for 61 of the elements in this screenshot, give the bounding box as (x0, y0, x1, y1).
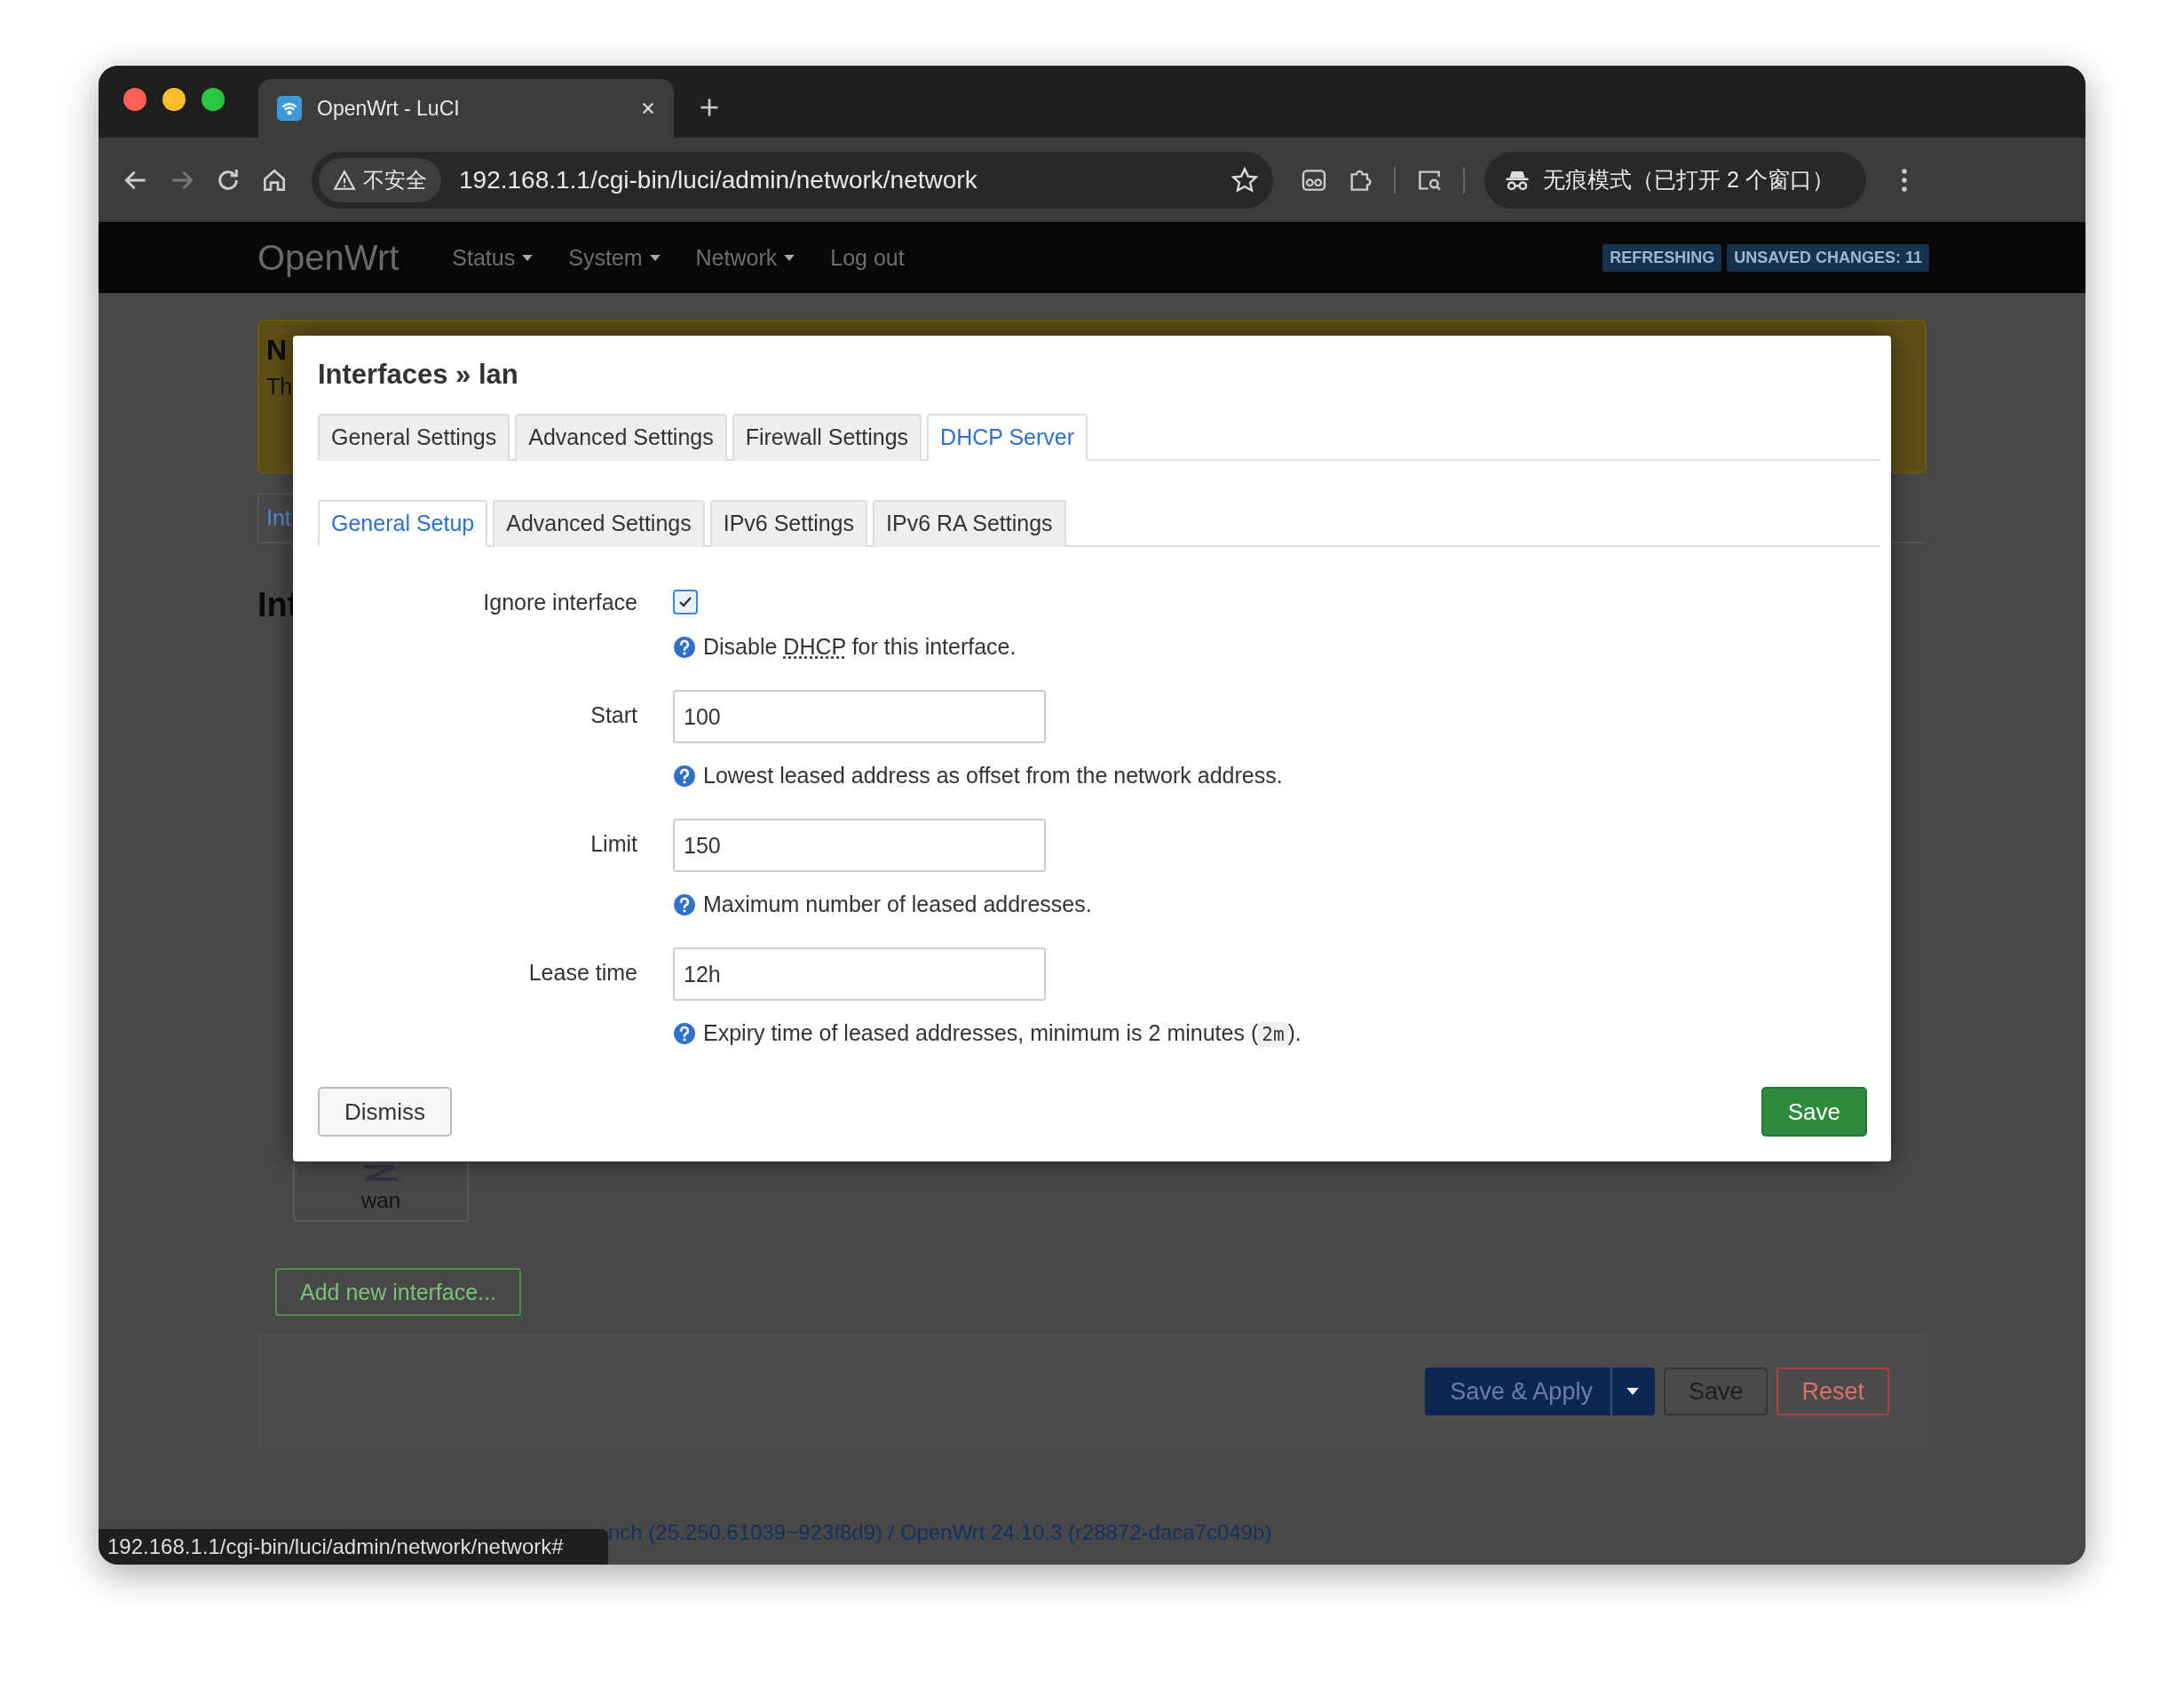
save-button[interactable]: Save (1761, 1087, 1867, 1137)
maximize-window-icon[interactable] (202, 88, 225, 111)
incognito-label: 无痕模式（已打开 2 个窗口） (1543, 166, 1834, 194)
field-label: Start (590, 701, 637, 729)
subtab[interactable]: IPv6 RA Settings (873, 500, 1066, 547)
page-action-button[interactable]: Save & Apply (1425, 1367, 1655, 1415)
input-field[interactable]: 150 (673, 819, 1046, 872)
help-text: Lowest leased address as offset from the network address. (703, 763, 1283, 789)
field-label: Ignore interface (482, 590, 637, 616)
help-icon (673, 1021, 696, 1045)
status-badge: UNSAVED CHANGES: 11 (1727, 243, 1929, 272)
input-field[interactable]: 12h (673, 947, 1046, 1001)
security-label: 不安全 (363, 166, 427, 194)
caret-icon[interactable] (1626, 1388, 1639, 1395)
tab[interactable]: General Settings (318, 414, 510, 461)
subtab[interactable]: IPv6 Settings (709, 500, 867, 547)
star-icon[interactable] (1230, 165, 1259, 194)
help-text: Maximum number of leased addresses. (703, 892, 1092, 917)
help-text: Disable DHCP for this interface. (703, 634, 1017, 660)
brand-logo[interactable]: OpenWrt (257, 237, 400, 278)
security-chip[interactable]: 不安全 (319, 157, 441, 202)
nav-menu-item[interactable]: Status (452, 244, 534, 271)
caret-icon (522, 254, 534, 261)
nav-menu-item[interactable]: System (568, 244, 661, 271)
wifi-icon (276, 95, 303, 122)
close-icon[interactable] (640, 100, 656, 116)
notice-text: Th (266, 374, 293, 400)
field-label: Lease time (527, 959, 637, 987)
modal-title: Interfaces » lan (318, 359, 519, 391)
link-status-tooltip: 192.168.1.1/cgi-bin/luci/admin/network/network# (99, 1529, 608, 1565)
help-text: Expiry time of leased addresses, minimum is 2 minutes ( 2m ). (703, 1020, 1302, 1046)
checkbox[interactable] (673, 590, 698, 614)
tab-title: OpenWrt - LuCI (317, 96, 461, 121)
interface-name: wan (361, 1188, 400, 1213)
menu-icon[interactable] (1899, 166, 1909, 194)
caret-icon (649, 254, 661, 261)
warning-icon (333, 168, 356, 192)
url-text: 192.168.1.1/cgi-bin/luci/admin/network/network (459, 165, 978, 194)
field-label: Limit (590, 830, 637, 858)
add-interface-button[interactable]: Add new interface... (275, 1268, 521, 1316)
minimize-window-icon[interactable] (162, 88, 186, 111)
dismiss-button[interactable]: Dismiss (318, 1087, 452, 1137)
help-icon (673, 764, 696, 788)
status-badge: REFRESHING (1602, 243, 1722, 272)
caret-icon (784, 254, 795, 261)
nav-menu-item[interactable]: Log out (830, 244, 905, 271)
tab[interactable]: DHCP Server (927, 414, 1088, 461)
close-window-icon[interactable] (123, 88, 146, 111)
help-icon (673, 635, 696, 659)
help-icon (673, 892, 696, 916)
address-bar[interactable]: 不安全 192.168.1.1/cgi-bin/luci/admin/network/network (312, 151, 1273, 209)
input-field[interactable]: 100 (673, 690, 1046, 743)
subtab[interactable]: Advanced Settings (493, 500, 705, 547)
incognito-chip[interactable]: 无痕模式（已打开 2 个窗口） (1484, 151, 1866, 209)
browser-tab[interactable]: OpenWrt - LuCI (258, 79, 674, 138)
subtab[interactable]: General Setup (318, 500, 488, 547)
new-tab-icon[interactable] (699, 97, 720, 118)
tab[interactable]: Firewall Settings (732, 414, 922, 461)
nav-menu-item[interactable]: Network (695, 244, 795, 271)
tab[interactable]: Advanced Settings (515, 414, 727, 461)
notice-title: N (266, 334, 288, 367)
